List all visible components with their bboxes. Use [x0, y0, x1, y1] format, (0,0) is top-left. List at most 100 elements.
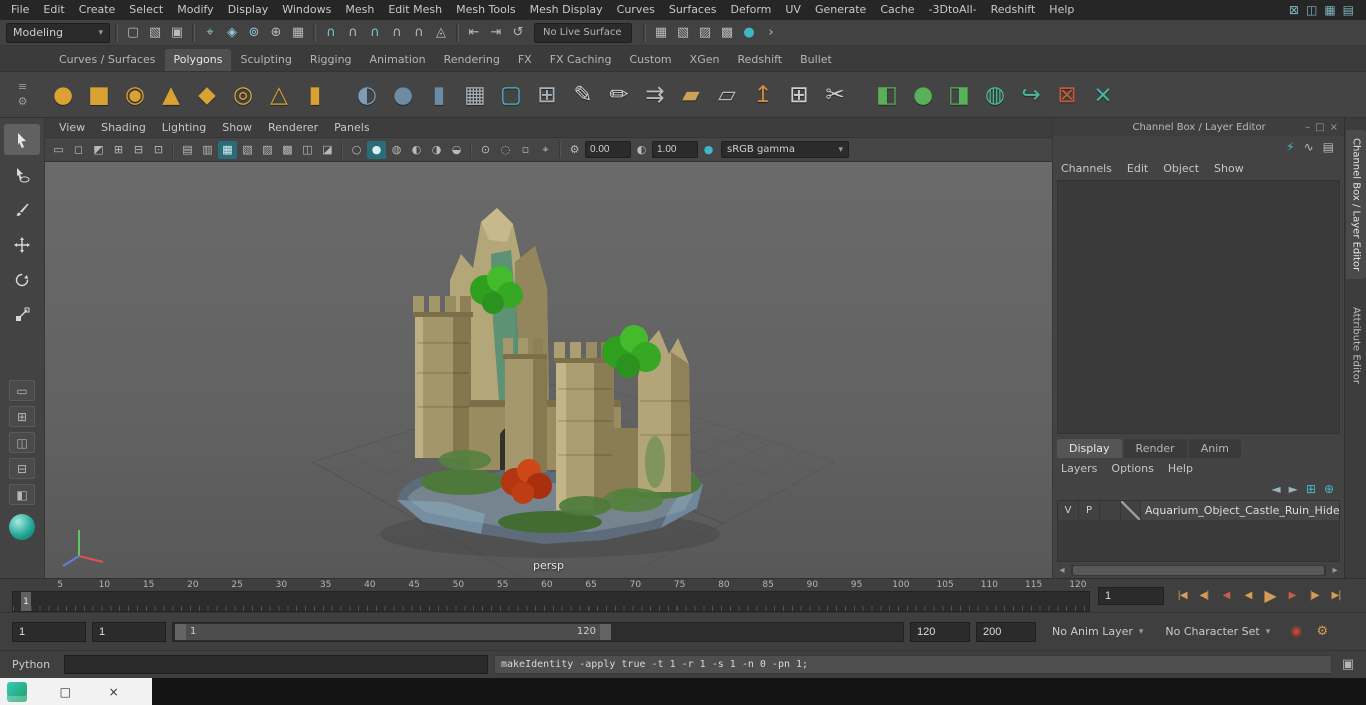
edge-loop-icon[interactable]: ↪ [1013, 76, 1049, 114]
wire-cube-icon[interactable]: ▢ [493, 76, 529, 114]
range-slider[interactable]: 1 120 [172, 621, 904, 642]
panel-menu-show[interactable]: Show [214, 121, 260, 134]
shelf-tab-rendering[interactable]: Rendering [435, 49, 509, 71]
edge-flow-icon[interactable]: ⇉ [637, 76, 673, 114]
sculpt-tool-icon[interactable]: ◍ [977, 76, 1013, 114]
menu-curves[interactable]: Curves [610, 0, 662, 20]
menu-cache[interactable]: Cache [873, 0, 921, 20]
viewcube-icon[interactable]: ◫ [298, 141, 317, 159]
command-input[interactable] [64, 655, 488, 674]
sequence-render-icon[interactable]: ▩ [717, 23, 737, 43]
select-object-icon[interactable]: ◈ [222, 23, 242, 43]
step-forward-frame-button[interactable]: ▶ [1282, 586, 1302, 606]
multi-cut-icon[interactable]: ✂ [817, 76, 853, 114]
add-divisions-icon[interactable]: ◨ [941, 76, 977, 114]
maximize-icon[interactable]: □ [55, 685, 75, 699]
shelf-tab-bullet[interactable]: Bullet [791, 49, 841, 71]
shelf-tab-fx-caching[interactable]: FX Caching [541, 49, 621, 71]
close-icon[interactable]: × [104, 685, 124, 699]
layout-outliner-pane-icon[interactable]: ◧ [9, 484, 35, 505]
shelf-tab-custom[interactable]: Custom [621, 49, 681, 71]
xray-icon[interactable]: ◌ [496, 141, 515, 159]
range-start-handle[interactable] [175, 623, 186, 640]
field-chart-icon[interactable]: ⊞ [109, 141, 128, 159]
channel-options-icon[interactable]: ▤ [1323, 140, 1334, 154]
menu-uv[interactable]: UV [778, 0, 808, 20]
panel-menu-panels[interactable]: Panels [326, 121, 377, 134]
layer-row[interactable]: V P Aquarium_Object_Castle_Ruin_Hideo [1058, 501, 1339, 521]
shelf-tab-redshift[interactable]: Redshift [728, 49, 791, 71]
current-time-indicator[interactable]: 1 [21, 592, 31, 611]
snap-to-grid-icon[interactable]: ∩ [321, 23, 341, 43]
layout-three-pane-icon[interactable]: ⊟ [9, 458, 35, 479]
play-forward-button[interactable]: ▶ [1260, 586, 1280, 606]
save-scene-icon[interactable]: ▣ [167, 23, 187, 43]
pen-curve-icon[interactable]: ✏ [601, 76, 637, 114]
speed-icon[interactable]: ⚡ [1286, 140, 1294, 154]
gamma-icon[interactable]: ◐ [632, 141, 651, 159]
view-transform-dropdown[interactable]: sRGB gamma ▾ [721, 141, 849, 158]
move-tool-button[interactable] [4, 229, 40, 260]
layer-tab-render[interactable]: Render [1123, 439, 1187, 458]
scrollbar-track[interactable] [1071, 564, 1326, 576]
poly-cube-icon[interactable]: ■ [81, 76, 117, 114]
layers-prev-icon[interactable]: ◄ [1271, 482, 1280, 496]
ambient-occlusion-icon[interactable]: ◒ [447, 141, 466, 159]
exposure-icon[interactable]: ⚙ [565, 141, 584, 159]
poly-uv-sphere-icon[interactable]: ◉ [117, 76, 153, 114]
menu-mesh[interactable]: Mesh [338, 0, 381, 20]
menu-mesh-tools[interactable]: Mesh Tools [449, 0, 523, 20]
layer-menu-layers[interactable]: Layers [1061, 462, 1097, 475]
snap-to-point-icon[interactable]: ∩ [365, 23, 385, 43]
close-panel-icon[interactable]: × [1330, 122, 1338, 133]
scroll-left-icon[interactable]: ◂ [1055, 565, 1069, 576]
snap-to-projected-center-icon[interactable]: ∩ [387, 23, 407, 43]
all-lights-icon[interactable]: ◐ [407, 141, 426, 159]
shelf-tab-sculpting[interactable]: Sculpting [231, 49, 300, 71]
pin-panel-icon[interactable]: – [1305, 122, 1310, 133]
panel-columns-icon[interactable]: ◫ [1306, 0, 1317, 20]
side-tab-0[interactable]: Channel Box / Layer Editor [1345, 130, 1366, 280]
shelf-gear-icon[interactable]: ⚙ [18, 96, 28, 108]
mirror-icon[interactable]: × [1085, 76, 1121, 114]
anim-layer-dropdown[interactable]: No Anim Layer ▾ [1046, 622, 1149, 642]
layer-tab-display[interactable]: Display [1057, 439, 1122, 458]
safe-title-icon[interactable]: ⊡ [149, 141, 168, 159]
selection-mask-icon[interactable]: ▦ [288, 23, 308, 43]
anim-curve-icon[interactable]: ∿ [1304, 140, 1314, 154]
shelf-tab-animation[interactable]: Animation [361, 49, 435, 71]
lattice-icon[interactable]: ⊞ [781, 76, 817, 114]
highlight-selection-icon[interactable]: ⊕ [266, 23, 286, 43]
film-gate-toggle-icon[interactable]: ▥ [198, 141, 217, 159]
panel-menu-renderer[interactable]: Renderer [260, 121, 326, 134]
step-forward-key-button[interactable]: |▶ [1304, 586, 1324, 606]
menu-deform[interactable]: Deform [723, 0, 778, 20]
menu-set-dropdown[interactable]: Modeling ▾ [6, 22, 110, 43]
shadows-icon[interactable]: ◑ [427, 141, 446, 159]
select-hierarchy-icon[interactable]: ⌖ [200, 23, 220, 43]
quad-draw-icon[interactable]: ◧ [869, 76, 905, 114]
layer-menu-help[interactable]: Help [1168, 462, 1193, 475]
layers-next-icon[interactable]: ► [1289, 482, 1298, 496]
panel-menu-lighting[interactable]: Lighting [154, 121, 214, 134]
layout-single-pane-icon[interactable]: ▭ [9, 380, 35, 401]
menu-mesh-display[interactable]: Mesh Display [523, 0, 610, 20]
screen-layout-icon[interactable]: ▤ [1343, 0, 1354, 20]
wireframe-on-shaded-icon[interactable]: ▨ [258, 141, 277, 159]
scroll-right-icon[interactable]: ▸ [1328, 565, 1342, 576]
menu-select[interactable]: Select [122, 0, 170, 20]
construction-history-icon[interactable]: ↺ [508, 23, 528, 43]
animation-start-field[interactable] [12, 621, 86, 642]
background-window-titlebar[interactable]: □ × [0, 678, 152, 705]
layer-tab-anim[interactable]: Anim [1188, 439, 1241, 458]
side-tab-1[interactable]: Attribute Editor [1346, 299, 1366, 392]
camera-settings-icon[interactable]: ◪ [318, 141, 337, 159]
new-empty-layer-icon[interactable]: ⊞ [1306, 482, 1316, 496]
panel-grid-icon[interactable]: ▦ [1324, 0, 1335, 20]
step-back-key-button[interactable]: ◀| [1194, 586, 1214, 606]
paint-select-tool-button[interactable] [4, 194, 40, 225]
panel-menu-shading[interactable]: Shading [93, 121, 154, 134]
shelf-tab-fx[interactable]: FX [509, 49, 541, 71]
toon-outline-icon[interactable]: ● [739, 23, 759, 43]
layer-visibility-toggle[interactable]: V [1058, 501, 1079, 520]
